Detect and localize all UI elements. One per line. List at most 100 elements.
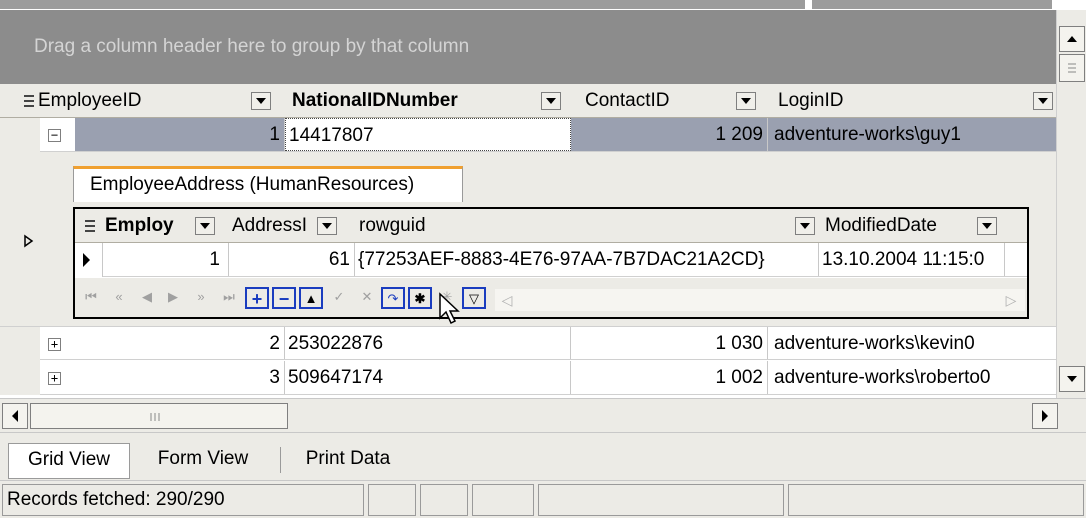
cell-contactid[interactable]: 1 030 (571, 327, 768, 359)
minus-box-icon[interactable]: − (48, 129, 61, 142)
tab-divider (280, 447, 281, 473)
detail-header-employ[interactable]: Employ (105, 209, 193, 243)
status-panel (788, 484, 1084, 516)
next-record-icon[interactable]: ▶ (161, 287, 185, 309)
table-row[interactable]: + 2 253022876 1 030 adventure-works\kevi… (0, 326, 1056, 361)
record-navigator: ⏮ « ◀ ▶ » ⏭ + − ▲ ✓ ✕ ↷ ✱ ✳ ▽ ◁ ▷ (75, 278, 1027, 317)
arrow-up-icon (1067, 36, 1077, 42)
prev-record-icon[interactable]: ◀ (135, 287, 159, 309)
grip-lines-icon (1068, 63, 1076, 73)
detail-header-addressid[interactable]: AddressI (232, 209, 314, 243)
cell-loginid[interactable]: adventure-works\guy1 (768, 118, 1056, 151)
arrow-right-icon[interactable]: ▷ (1001, 289, 1021, 311)
arrow-right-icon (1042, 410, 1048, 422)
cell-nationalid[interactable]: 509647174 (285, 361, 571, 394)
tab-form-view[interactable]: Form View (140, 443, 266, 477)
status-panel (368, 484, 416, 516)
tab-label: EmployeeAddress (HumanResources) (90, 174, 415, 195)
refresh-icon[interactable]: ↷ (381, 287, 405, 309)
scroll-thumb[interactable] (1059, 54, 1085, 82)
next-page-icon[interactable]: » (189, 287, 213, 309)
cell-contactid[interactable]: 1 209 (571, 118, 768, 151)
chevron-down-icon[interactable] (251, 92, 271, 110)
chevron-down-icon[interactable] (1033, 92, 1053, 110)
scroll-up-button[interactable] (1059, 26, 1085, 52)
cell-nationalid[interactable]: 14417807 (285, 118, 571, 151)
hscroll-thumb[interactable] (30, 403, 288, 429)
tab-grid-view[interactable]: Grid View (8, 443, 130, 479)
cell-employeeid[interactable]: 2 (75, 327, 285, 359)
row-pointer-icon (83, 253, 90, 267)
prev-page-icon[interactable]: « (107, 287, 131, 309)
cell-nationalid[interactable]: 253022876 (285, 327, 571, 359)
tab-form-view-label: Form View (157, 448, 249, 469)
cell-employeeid[interactable]: 3 (75, 361, 285, 394)
chevron-down-icon[interactable] (736, 92, 756, 110)
mouse-cursor-icon (439, 292, 460, 325)
cell-detail-addressid[interactable]: 61 (229, 243, 355, 276)
chevron-down-icon[interactable] (977, 217, 997, 235)
chevron-down-icon[interactable] (795, 217, 815, 235)
group-by-hint: Drag a column header here to group by th… (34, 36, 470, 57)
detail-header-modifieddate[interactable]: ModifiedDate (825, 209, 975, 243)
status-panel (538, 484, 784, 516)
detail-row-indicator (75, 243, 103, 277)
vertical-scrollbar[interactable] (1056, 10, 1086, 398)
detail-grid: Employ AddressI rowguid ModifiedDate 1 6… (73, 207, 1029, 319)
grip-lines-icon (150, 413, 160, 421)
arrow-down-icon (1067, 376, 1077, 382)
cell-loginid[interactable]: adventure-works\kevin0 (768, 327, 1056, 359)
chevron-down-icon[interactable] (541, 92, 561, 110)
table-row[interactable]: + 3 509647174 1 002 adventure-works\robe… (0, 361, 1056, 395)
plus-box-icon[interactable]: + (48, 338, 61, 351)
scroll-down-button[interactable] (1059, 366, 1085, 392)
bottom-tab-bar: Grid View Form View Print Data (0, 432, 1086, 480)
tab-print-data-label: Print Data (305, 448, 391, 469)
drag-grip-icon[interactable] (83, 218, 97, 234)
cell-loginid[interactable]: adventure-works\roberto0 (768, 361, 1056, 394)
post-icon[interactable]: ✓ (327, 287, 351, 309)
header-loginid[interactable]: LoginID (778, 84, 1008, 118)
cancel-icon[interactable]: ✕ (355, 287, 379, 309)
arrow-left-icon[interactable]: ◁ (497, 289, 517, 311)
detail-area: EmployeeAddress (HumanResources) Employ … (0, 152, 1056, 326)
detail-row[interactable]: 1 61 {77253AEF-8883-4E76-97AA-7B7DAC21A2… (75, 243, 1027, 277)
cell-detail-employeeid[interactable]: 1 (103, 243, 229, 276)
tab-grid-view-label: Grid View (27, 449, 110, 470)
cell-detail-rowguid[interactable]: {77253AEF-8883-4E76-97AA-7B7DAC21A2CD} (355, 243, 819, 276)
header-contactid[interactable]: ContactID (585, 84, 725, 118)
last-record-icon[interactable]: ⏭ (217, 287, 241, 309)
status-records: Records fetched: 290/290 (2, 484, 364, 516)
status-bar: Records fetched: 290/290 (0, 480, 1086, 518)
tab-print-data[interactable]: Print Data (290, 443, 406, 477)
chevron-down-icon[interactable] (317, 217, 337, 235)
scroll-right-button[interactable] (1032, 403, 1058, 429)
tab-employeeaddress[interactable]: EmployeeAddress (HumanResources) (73, 166, 463, 202)
status-panel (420, 484, 468, 516)
detail-header-rowguid[interactable]: rowguid (359, 209, 559, 243)
group-by-panel[interactable]: Drag a column header here to group by th… (0, 10, 1056, 84)
row-indicator (0, 327, 40, 361)
header-nationalidnumber[interactable]: NationalIDNumber (292, 84, 532, 118)
filter-icon[interactable]: ▽ (462, 287, 486, 309)
delete-icon[interactable]: − (272, 287, 296, 309)
detail-hscrollbar[interactable]: ◁ ▷ (495, 289, 1025, 311)
plus-box-icon[interactable]: + (48, 372, 61, 385)
status-panel (472, 484, 534, 516)
insert-icon[interactable]: + (245, 287, 269, 309)
header-employeeid[interactable]: EmployeeID (38, 84, 238, 118)
cell-detail-modifieddate[interactable]: 13.10.2004 11:15:0 (819, 243, 1005, 276)
bookmark-icon[interactable]: ✱ (408, 287, 432, 309)
cell-contactid[interactable]: 1 002 (571, 361, 768, 394)
first-record-icon[interactable]: ⏮ (79, 287, 103, 309)
chevron-down-icon[interactable] (195, 217, 215, 235)
cell-employeeid[interactable]: 1 (75, 118, 285, 151)
edit-icon[interactable]: ▲ (299, 287, 323, 309)
top-strip (0, 0, 1086, 10)
horizontal-scrollbar[interactable] (0, 398, 1086, 432)
table-row[interactable]: − 1 14417807 1 209 adventure-works\guy1 (0, 118, 1056, 152)
row-pointer-icon (24, 234, 34, 248)
scroll-left-button[interactable] (2, 403, 28, 429)
drag-grip-icon[interactable] (22, 93, 36, 109)
master-header-row: EmployeeID NationalIDNumber ContactID Lo… (0, 84, 1056, 118)
